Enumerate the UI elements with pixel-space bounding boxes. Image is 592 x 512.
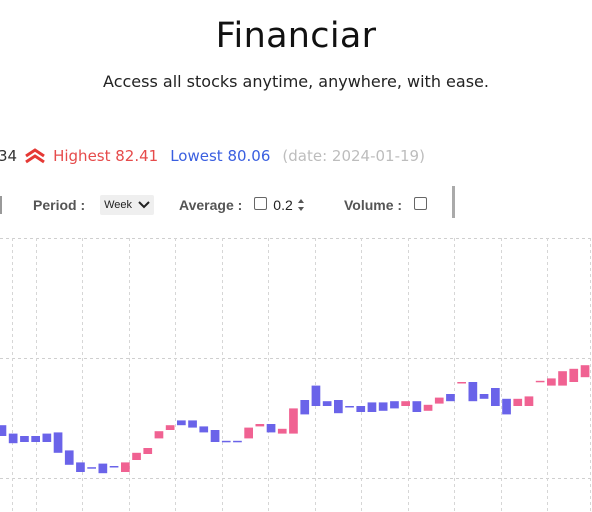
- candle-down[interactable]: [390, 401, 399, 409]
- average-label: Average :: [179, 197, 243, 213]
- volume-control: Volume :: [344, 194, 428, 216]
- candle-up[interactable]: [165, 425, 175, 430]
- candle-down[interactable]: [31, 436, 40, 442]
- candle-up[interactable]: [244, 427, 253, 439]
- stepper-arrows-icon[interactable]: [297, 198, 305, 212]
- candle-down[interactable]: [109, 466, 119, 468]
- candle-up[interactable]: [277, 428, 287, 434]
- candle-down[interactable]: [53, 432, 63, 453]
- page-subtitle: Access all stocks anytime, anywhere, wit…: [103, 72, 489, 91]
- candle-down[interactable]: [322, 401, 332, 406]
- candlestick-chart[interactable]: [0, 238, 592, 512]
- candle-down[interactable]: [98, 463, 108, 474]
- highest-price: Highest 82.41: [53, 147, 159, 165]
- candle-down[interactable]: [87, 467, 96, 469]
- candle-up[interactable]: [524, 396, 534, 406]
- candle-up[interactable]: [513, 398, 523, 406]
- candle-down[interactable]: [76, 462, 85, 472]
- candle-up[interactable]: [547, 378, 556, 386]
- candle-down[interactable]: [8, 433, 18, 444]
- candle-up[interactable]: [457, 382, 466, 384]
- candle-down[interactable]: [177, 420, 186, 426]
- candle-down[interactable]: [300, 400, 310, 415]
- candle-down[interactable]: [0, 425, 7, 436]
- average-control: Average : 0.2: [179, 194, 305, 216]
- candle-down[interactable]: [446, 394, 455, 402]
- volume-label: Volume :: [344, 197, 403, 213]
- candle-up[interactable]: [401, 401, 410, 406]
- candle-down[interactable]: [378, 402, 388, 411]
- chevron-down-icon: [138, 201, 150, 209]
- candle-up[interactable]: [255, 424, 265, 427]
- candle-down[interactable]: [20, 436, 29, 442]
- last-price-value: 34: [0, 147, 18, 165]
- candle-up[interactable]: [121, 462, 130, 472]
- candle-down[interactable]: [221, 440, 231, 443]
- toolbar-edge: [0, 196, 2, 214]
- period-select-value: Week: [104, 199, 133, 211]
- candle-down[interactable]: [468, 382, 478, 402]
- lowest-price: Lowest 80.06: [170, 147, 271, 165]
- candle-down[interactable]: [64, 450, 74, 465]
- candle-up[interactable]: [535, 380, 545, 383]
- candle-down[interactable]: [367, 402, 377, 412]
- stats-date: (date: 2024-01-19): [282, 147, 425, 165]
- average-checkbox[interactable]: [254, 196, 268, 210]
- candle-down[interactable]: [345, 406, 354, 408]
- candle-down[interactable]: [502, 398, 511, 415]
- period-control: Period : Week: [33, 194, 155, 216]
- candle-down[interactable]: [210, 430, 220, 442]
- candle-up[interactable]: [289, 408, 298, 434]
- candle-up[interactable]: [558, 371, 567, 386]
- period-label: Period :: [33, 197, 86, 213]
- candle-down[interactable]: [356, 406, 366, 412]
- candle-down[interactable]: [199, 426, 209, 433]
- page-title: Financiar: [215, 16, 377, 56]
- candle-down[interactable]: [233, 440, 242, 443]
- candle-up[interactable]: [154, 431, 164, 439]
- candle-up[interactable]: [569, 368, 579, 382]
- candle-down[interactable]: [266, 424, 276, 433]
- candle-down[interactable]: [491, 388, 500, 406]
- candle-down[interactable]: [311, 385, 321, 406]
- chart-controls: Period : Week Average : 0.2 Volume :: [0, 186, 592, 218]
- candle-down[interactable]: [188, 420, 197, 428]
- candle-up[interactable]: [132, 452, 141, 460]
- average-value[interactable]: 0.2: [273, 197, 292, 213]
- candle-down[interactable]: [334, 400, 343, 414]
- candle-up[interactable]: [580, 365, 590, 378]
- volume-checkbox[interactable]: [414, 196, 428, 210]
- candle-up[interactable]: [434, 397, 444, 404]
- candle-down[interactable]: [42, 433, 52, 442]
- candle-up[interactable]: [423, 404, 433, 411]
- controls-divider: [452, 186, 455, 218]
- period-select[interactable]: Week: [100, 195, 155, 215]
- candle-down[interactable]: [412, 401, 422, 412]
- candle-down[interactable]: [479, 394, 489, 399]
- double-chevron-up-icon: [25, 148, 45, 164]
- candle-up[interactable]: [143, 448, 153, 454]
- stock-stats-bar: 34 Highest 82.41 Lowest 80.06 (date: 202…: [0, 146, 425, 166]
